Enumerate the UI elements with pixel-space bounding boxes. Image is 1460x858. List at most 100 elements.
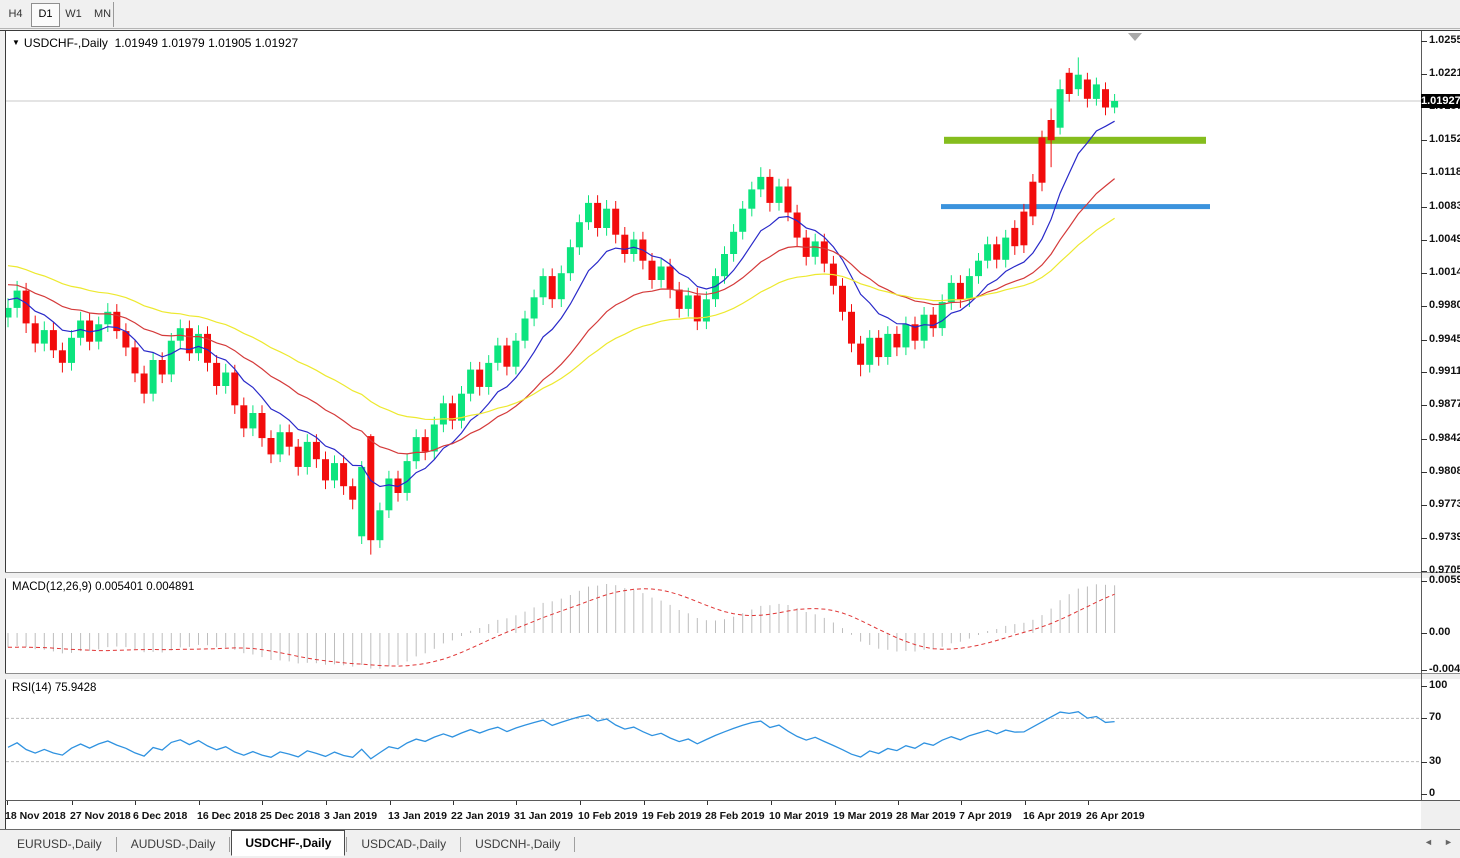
macd-bar [615,585,616,633]
rsi-axis-tick [1421,718,1427,719]
macd-bar [307,633,308,663]
macd-bar [135,633,136,649]
macd-bar [434,633,435,649]
macd-bar [1087,587,1088,634]
timeframe-toolbar: H4D1W1MN [0,0,1460,29]
bear-candle [1020,212,1027,246]
macd-axis-label: 0.00 [1429,626,1450,638]
timeframe-button-w1[interactable]: W1 [60,3,87,25]
macd-label: MACD(12,26,9) 0.005401 0.004891 [12,581,194,593]
macd-bar [316,633,317,663]
time-axis-label: 28 Mar 2019 [896,810,956,822]
bull-candle [576,222,583,247]
macd-bar [388,633,389,666]
macd-bar [688,613,689,633]
support-hline[interactable] [941,204,1210,209]
macd-bar [497,620,498,633]
symbol-dropdown-icon[interactable]: ▼ [12,38,20,47]
bull-candle [703,299,710,321]
chart-tab-usdchf[interactable]: USDCHF-,Daily [231,830,345,856]
chart-shift-marker-icon[interactable] [1128,33,1142,41]
rsi-axis-tick [1421,762,1427,763]
bull-candle [277,432,284,454]
bull-candle [558,273,565,299]
bear-candle [957,283,964,299]
chart-tab-audusd[interactable]: AUDUSD-,Daily [118,832,229,857]
bull-candle [1093,84,1100,99]
timeframe-button-d1[interactable]: D1 [31,3,60,27]
macd-bar [198,633,199,645]
macd-bar [887,633,888,650]
price-axis-tick [1421,173,1427,174]
macd-bar [570,595,571,633]
price-axis-label: 0.97730 [1429,498,1460,510]
ohlc-close: 1.01927 [255,36,298,50]
bear-candle [476,370,483,387]
bear-candle [141,374,148,394]
macd-bar [552,601,553,633]
timeframe-button-mn[interactable]: MN [89,3,116,25]
macd-bar [579,591,580,633]
bear-candle [649,261,656,280]
price-chart-plot[interactable] [6,31,1421,572]
time-axis-label: 27 Nov 2018 [70,810,131,822]
bull-candle [485,363,492,387]
macd-bar [588,587,589,633]
bull-candle [921,315,928,341]
time-axis-label: 31 Jan 2019 [514,810,573,822]
price-axis-label: 1.01180 [1429,166,1460,178]
macd-bar [561,599,562,633]
macd-bar [207,633,208,645]
bear-candle [340,463,347,486]
resistance-hline[interactable] [944,137,1206,144]
macd-bar [361,633,362,665]
chart-tab-bar: EURUSD-,DailyAUDUSD-,DailyUSDCHF-,DailyU… [0,830,1460,858]
macd-bar [379,633,380,669]
macd-bar [416,633,417,656]
current-price-tag: 1.01927 [1421,94,1460,108]
macd-bar [996,629,997,633]
macd-bar [869,633,870,645]
bear-candle [930,315,937,329]
bull-candle [6,308,12,318]
macd-bar [1042,615,1043,633]
macd-bar [806,612,807,633]
macd-bar [26,633,27,647]
timeframe-button-h4[interactable]: H4 [2,3,29,25]
price-axis-label: 0.98420 [1429,432,1460,444]
macd-bar [80,633,81,651]
macd-bar [642,593,643,633]
time-axis-label: 10 Mar 2019 [769,810,829,822]
macd-bar [960,633,961,642]
chart-tab-usdcad[interactable]: USDCAD-,Daily [348,832,459,857]
macd-bar [987,631,988,633]
time-axis-label: 26 Apr 2019 [1086,810,1145,822]
bull-candle [975,261,982,276]
bull-candle [494,346,501,363]
macd-bar [216,633,217,647]
tab-scroll-left-icon[interactable]: ◄ [1424,837,1433,847]
macd-bar [370,633,371,669]
macd-plot[interactable] [6,578,1421,673]
price-axis-tick [1421,538,1427,539]
bull-candle [658,267,665,281]
chart-tab-usdcnh[interactable]: USDCNH-,Daily [462,832,573,857]
time-axis-tick [390,801,391,805]
bear-candle [893,334,900,348]
candles [6,57,1118,554]
chart-tab-eurusd[interactable]: EURUSD-,Daily [4,832,115,857]
macd-bar [915,633,916,652]
time-axis-tick [707,801,708,805]
time-axis-tick [199,801,200,805]
price-axis-label: 1.00830 [1429,200,1460,212]
macd-bar [1105,585,1106,633]
time-axis-tick [453,801,454,805]
bull-candle [413,437,420,461]
macd-bar [534,607,535,633]
time-axis-tick [262,801,263,805]
rsi-plot[interactable] [6,679,1421,800]
macd-bar [452,633,453,640]
macd-bar [53,633,54,651]
tab-scroll-right-icon[interactable]: ► [1444,837,1453,847]
price-axis-label: 1.00490 [1429,233,1460,245]
